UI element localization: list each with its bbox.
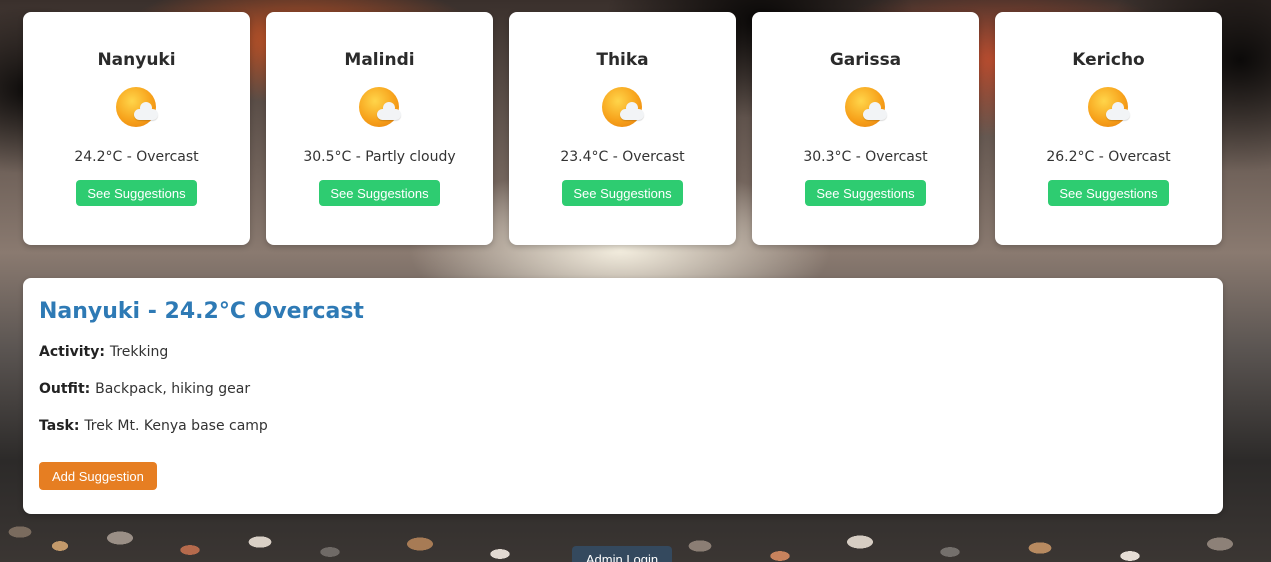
city-card-thika: Thika 23.4°C - Overcast See Suggestions [509,12,736,245]
city-name: Thika [596,50,649,70]
see-suggestions-button[interactable]: See Suggestions [1048,180,1169,206]
sun-behind-cloud-icon [357,85,403,131]
sun-behind-cloud-icon [600,85,646,131]
city-card-garissa: Garissa 30.3°C - Overcast See Suggestion… [752,12,979,245]
weather-summary: 23.4°C - Overcast [560,149,685,165]
admin-login-button[interactable]: Admin Login [572,546,672,562]
activity-label: Activity: [39,344,110,360]
weather-summary: 30.3°C - Overcast [803,149,928,165]
add-suggestion-button[interactable]: Add Suggestion [39,462,157,490]
activity-row: Activity: Trekking [39,341,1207,363]
sun-behind-cloud-icon [843,85,889,131]
suggestion-detail-panel: Nanyuki - 24.2°C Overcast Activity: Trek… [23,278,1223,514]
city-name: Nanyuki [97,50,176,70]
sun-behind-cloud-icon [114,85,160,131]
see-suggestions-button[interactable]: See Suggestions [562,180,683,206]
city-name: Kericho [1072,50,1145,70]
city-name: Malindi [344,50,415,70]
city-card-malindi: Malindi 30.5°C - Partly cloudy See Sugge… [266,12,493,245]
city-card-nanyuki: Nanyuki 24.2°C - Overcast See Suggestion… [23,12,250,245]
city-cards: Nanyuki 24.2°C - Overcast See Suggestion… [23,12,1222,245]
see-suggestions-button[interactable]: See Suggestions [805,180,926,206]
weather-summary: 26.2°C - Overcast [1046,149,1171,165]
outfit-value: Backpack, hiking gear [95,381,251,397]
task-value: Trek Mt. Kenya base camp [84,418,268,434]
city-card-kericho: Kericho 26.2°C - Overcast See Suggestion… [995,12,1222,245]
weather-summary: 24.2°C - Overcast [74,149,199,165]
see-suggestions-button[interactable]: See Suggestions [76,180,197,206]
detail-title: Nanyuki - 24.2°C Overcast [39,299,364,324]
weather-summary: 30.5°C - Partly cloudy [303,149,456,165]
outfit-label: Outfit: [39,381,96,397]
outfit-row: Outfit: Backpack, hiking gear [39,378,1207,400]
see-suggestions-button[interactable]: See Suggestions [319,180,440,206]
task-row: Task: Trek Mt. Kenya base camp [39,415,1207,437]
activity-value: Trekking [109,344,169,360]
task-label: Task: [39,418,85,434]
city-name: Garissa [829,50,902,70]
sun-behind-cloud-icon [1086,85,1132,131]
